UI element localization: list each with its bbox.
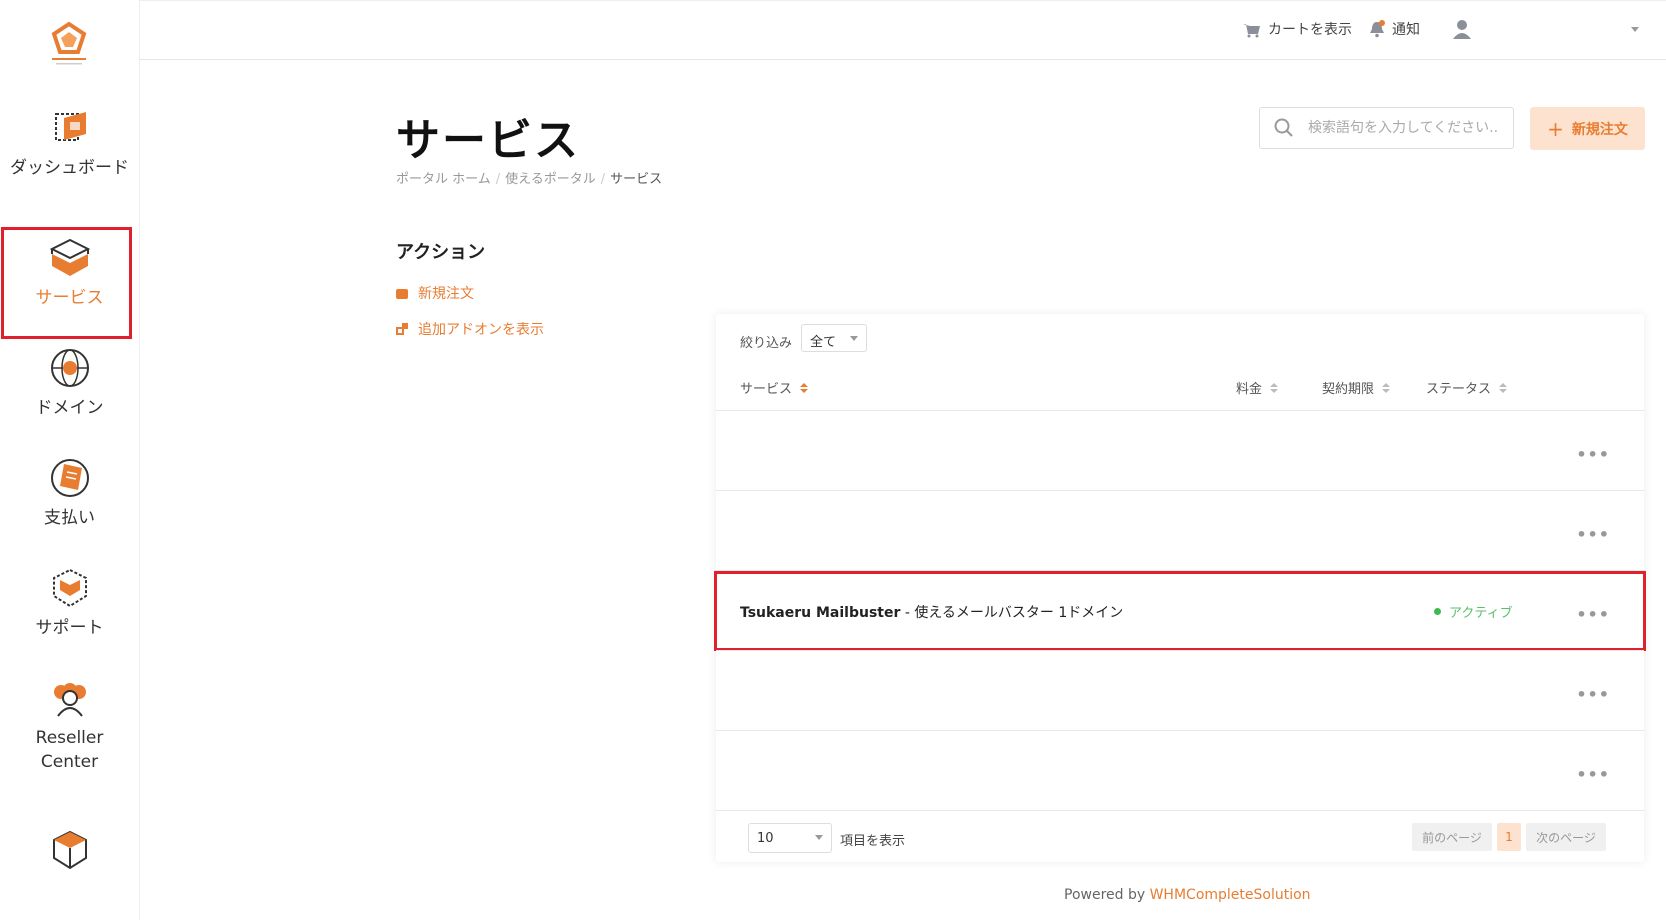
next-page-button[interactable]: 次のページ [1526,823,1606,851]
column-header-service[interactable]: サービス [740,378,809,397]
page-length-select[interactable]: 10 [748,823,832,853]
table-footer: 10 項目を表示 前のページ 1 次のページ [716,810,1644,863]
action-new-order-link[interactable]: 新規注文 [396,283,474,303]
powered-by-footer: Powered by WHMCompleteSolution [1064,887,1311,903]
page-length-label: 項目を表示 [840,834,906,849]
cube-icon [48,828,92,872]
column-header-due-date[interactable]: 契約期限 [1322,378,1391,397]
user-icon [1453,20,1471,39]
sidebar-item-support[interactable]: サポート [0,566,139,640]
new-order-button[interactable]: + 新規注文 [1530,107,1645,150]
action-view-addons-link[interactable]: 追加アドオンを表示 [396,319,544,339]
sidebar-item-more[interactable] [0,828,139,878]
sort-icon [800,382,809,393]
dashboard-icon [48,106,92,150]
sidebar-item-billing[interactable]: 支払い [0,456,139,530]
search-box[interactable] [1259,107,1514,149]
chevron-down-icon [1631,27,1639,32]
view-cart-link[interactable]: カートを表示 [1242,19,1352,39]
breadcrumb-portal[interactable]: 使えるポータル [505,172,596,187]
filter-select[interactable]: 全て [801,324,867,352]
user-menu[interactable] [1452,19,1472,39]
more-options-icon[interactable]: ••• [1576,445,1610,464]
filter-label: 絞り込み [740,336,793,351]
search-icon [1274,118,1293,137]
chevron-down-icon [850,336,858,341]
more-options-icon[interactable]: ••• [1576,765,1610,784]
column-header-price[interactable]: 料金 [1236,378,1279,397]
page-title: サービス [396,115,580,166]
addons-icon [396,323,408,335]
breadcrumb-separator: / [600,172,606,187]
breadcrumb-current: サービス [610,172,663,187]
billing-icon [48,456,92,500]
table-row-mailbuster[interactable]: Tsukaeru Mailbuster - 使えるメールバスター 1ドメイン ア… [714,570,1646,651]
status-dot-icon [1434,608,1441,615]
notifications-link[interactable]: 通知 [1368,19,1420,39]
breadcrumb-separator: / [495,172,501,187]
top-bar: カートを表示 通知 [140,0,1666,60]
more-options-icon[interactable]: ••• [1576,685,1610,704]
brand-logo[interactable] [44,20,94,68]
whmcs-link[interactable]: WHMCompleteSolution [1150,887,1311,903]
table-row[interactable]: ••• [716,410,1644,490]
search-input[interactable] [1306,119,1500,137]
sidebar-item-reseller-center[interactable]: Reseller Center [0,676,139,774]
table-row[interactable]: ••• [716,730,1644,810]
table-row[interactable]: ••• [716,650,1644,730]
status-badge: アクティブ [1434,602,1513,621]
user-menu-caret[interactable] [1630,25,1640,33]
plus-icon: + [1547,116,1564,141]
more-options-icon[interactable]: ••• [1576,605,1610,624]
service-name: Tsukaeru Mailbuster - 使えるメールバスター 1ドメイン [740,605,1124,621]
bell-icon [1370,20,1385,38]
cart-icon [1243,24,1260,38]
support-icon [48,566,92,610]
services-table-panel: 絞り込み 全て サービス 料金 契約期限 ステータス ••• ••• Tsuka… [714,314,1646,863]
chevron-down-icon [815,835,823,840]
reseller-users-icon [48,676,92,720]
sidebar-item-domains[interactable]: ドメイン [0,346,139,420]
sort-icon [1499,382,1508,393]
column-header-status[interactable]: ステータス [1426,378,1508,397]
actions-heading: アクション [396,242,486,263]
bag-icon [396,289,408,299]
table-row[interactable]: ••• [716,490,1644,570]
sort-icon [1382,382,1391,393]
sidebar-item-dashboard[interactable]: ダッシュボード [0,106,139,180]
sidebar: ダッシュボード サービス ドメイン 支払い サポート Reseller Cent… [0,0,140,920]
breadcrumb: ポータル ホーム / 使えるポータル / サービス [396,168,662,187]
more-options-icon[interactable]: ••• [1576,525,1610,544]
globe-icon [48,346,92,390]
sort-icon [1270,382,1279,393]
page-number-button[interactable]: 1 [1497,823,1521,851]
prev-page-button[interactable]: 前のページ [1412,823,1492,851]
breadcrumb-home[interactable]: ポータル ホーム [396,172,491,187]
sidebar-item-services[interactable]: サービス [0,236,139,310]
services-box-icon [48,236,92,280]
